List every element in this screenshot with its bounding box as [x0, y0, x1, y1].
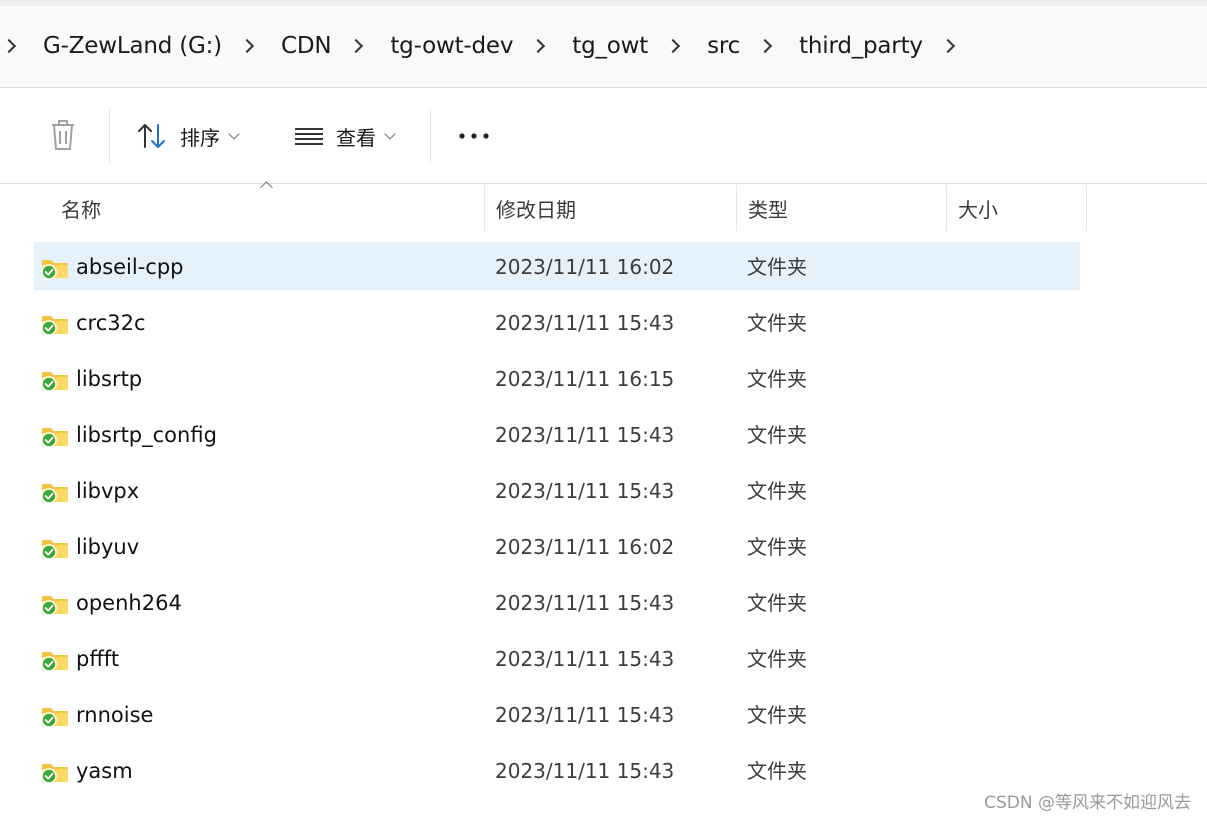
file-row[interactable]: pffft 2023/11/11 15:43 文件夹: [34, 634, 1080, 682]
breadcrumb-item-src[interactable]: src: [695, 33, 752, 59]
trash-icon: [52, 120, 74, 150]
list-view-icon: [295, 128, 323, 145]
file-name: pffft: [76, 647, 120, 671]
column-header-type[interactable]: 类型: [737, 185, 947, 231]
chevron-down-icon: [384, 127, 396, 140]
file-type: 文件夹: [747, 479, 807, 503]
chevron-down-icon: [228, 127, 240, 140]
file-date-modified: 2023/11/11 15:43: [495, 311, 675, 335]
file-date-modified: 2023/11/11 15:43: [495, 647, 675, 671]
column-date-label: 修改日期: [496, 197, 576, 222]
window-top-edge: [0, 0, 1207, 6]
file-row[interactable]: crc32c 2023/11/11 15:43 文件夹: [34, 298, 1080, 346]
folder-synced-icon: [41, 316, 68, 336]
chevron-right-icon[interactable]: [1, 38, 17, 54]
breadcrumb-item-third-party[interactable]: third_party: [787, 33, 935, 59]
file-name: yasm: [76, 759, 133, 783]
chevron-right-icon[interactable]: [666, 38, 681, 54]
address-bar[interactable]: G-ZewLand (G:) CDN tg-owt-dev tg_owt src…: [0, 0, 1207, 88]
file-type: 文件夹: [747, 535, 807, 559]
file-date-modified: 2023/11/11 16:02: [495, 255, 675, 279]
file-type: 文件夹: [747, 703, 807, 727]
chevron-right-icon[interactable]: [940, 38, 955, 54]
column-header-size[interactable]: 大小: [947, 185, 1087, 231]
file-row[interactable]: rnnoise 2023/11/11 15:43 文件夹: [34, 690, 1080, 738]
file-row[interactable]: openh264 2023/11/11 15:43 文件夹: [34, 578, 1080, 626]
file-type: 文件夹: [747, 759, 807, 783]
file-name: rnnoise: [76, 703, 154, 727]
file-type: 文件夹: [747, 423, 807, 447]
file-date-modified: 2023/11/11 15:43: [495, 591, 675, 615]
sort-arrows-icon: [138, 124, 165, 148]
file-type: 文件夹: [747, 591, 807, 615]
breadcrumb-item-drive[interactable]: G-ZewLand (G:): [31, 33, 234, 59]
command-bar: 排序 查看: [0, 89, 1207, 184]
file-date-modified: 2023/11/11 15:43: [495, 759, 675, 783]
sort-button[interactable]: 排序: [136, 111, 240, 161]
folder-synced-icon: [41, 540, 68, 560]
column-name-label: 名称: [61, 197, 101, 222]
file-name: libyuv: [76, 535, 140, 559]
file-row[interactable]: libsrtp_config 2023/11/11 15:43 文件夹: [34, 410, 1080, 458]
file-type: 文件夹: [747, 647, 807, 671]
chevron-right-icon[interactable]: [758, 38, 773, 54]
chevron-right-icon[interactable]: [349, 38, 364, 54]
folder-synced-icon: [41, 652, 68, 672]
folder-synced-icon: [41, 372, 68, 392]
chevron-right-icon[interactable]: [239, 38, 255, 54]
folder-synced-icon: [41, 484, 68, 504]
file-type: 文件夹: [747, 311, 807, 335]
view-button[interactable]: 查看: [294, 111, 396, 161]
file-name: openh264: [76, 591, 182, 615]
folder-synced-icon: [41, 764, 68, 784]
file-type: 文件夹: [747, 367, 807, 391]
column-header-date[interactable]: 修改日期: [485, 185, 737, 231]
breadcrumb-item-tg-owt[interactable]: tg_owt: [560, 33, 660, 59]
folder-synced-icon: [41, 596, 68, 616]
file-name: libsrtp_config: [76, 423, 217, 447]
toolbar-divider: [109, 109, 110, 163]
file-name: libsrtp: [76, 367, 143, 391]
file-type: 文件夹: [747, 255, 807, 279]
file-date-modified: 2023/11/11 15:43: [495, 479, 675, 503]
breadcrumb-item-cdn[interactable]: CDN: [269, 33, 343, 59]
sort-label: 排序: [180, 125, 220, 150]
breadcrumb-item-tg-owt-dev[interactable]: tg-owt-dev: [378, 33, 525, 59]
column-type-label: 类型: [748, 197, 788, 222]
chevron-right-icon[interactable]: [531, 38, 546, 54]
file-row[interactable]: libvpx 2023/11/11 15:43 文件夹: [34, 466, 1080, 514]
file-date-modified: 2023/11/11 15:43: [495, 423, 675, 447]
more-options-button[interactable]: [456, 111, 492, 161]
file-row[interactable]: libyuv 2023/11/11 16:02 文件夹: [34, 522, 1080, 570]
breadcrumb: G-ZewLand (G:) CDN tg-owt-dev tg_owt src…: [0, 28, 970, 64]
toolbar-divider: [430, 109, 431, 163]
watermark: CSDN @等风来不如迎风去: [984, 793, 1191, 813]
column-header-row: 名称 修改日期 类型 大小: [0, 181, 1207, 231]
column-size-label: 大小: [958, 197, 998, 222]
delete-button[interactable]: [40, 111, 86, 161]
file-name: abseil-cpp: [76, 255, 184, 279]
file-row[interactable]: yasm 2023/11/11 15:43 文件夹: [34, 746, 1080, 794]
file-date-modified: 2023/11/11 16:15: [495, 367, 675, 391]
folder-synced-icon: [41, 708, 68, 728]
more-icon: [459, 133, 489, 139]
view-label: 查看: [336, 125, 376, 150]
file-name: libvpx: [76, 479, 140, 503]
file-date-modified: 2023/11/11 15:43: [495, 703, 675, 727]
file-name: crc32c: [76, 311, 146, 335]
file-row[interactable]: libsrtp 2023/11/11 16:15 文件夹: [34, 354, 1080, 402]
folder-synced-icon: [41, 428, 68, 448]
folder-synced-icon: [41, 260, 68, 280]
file-date-modified: 2023/11/11 16:02: [495, 535, 675, 559]
file-row[interactable]: abseil-cpp 2023/11/11 16:02 文件夹: [34, 242, 1080, 290]
